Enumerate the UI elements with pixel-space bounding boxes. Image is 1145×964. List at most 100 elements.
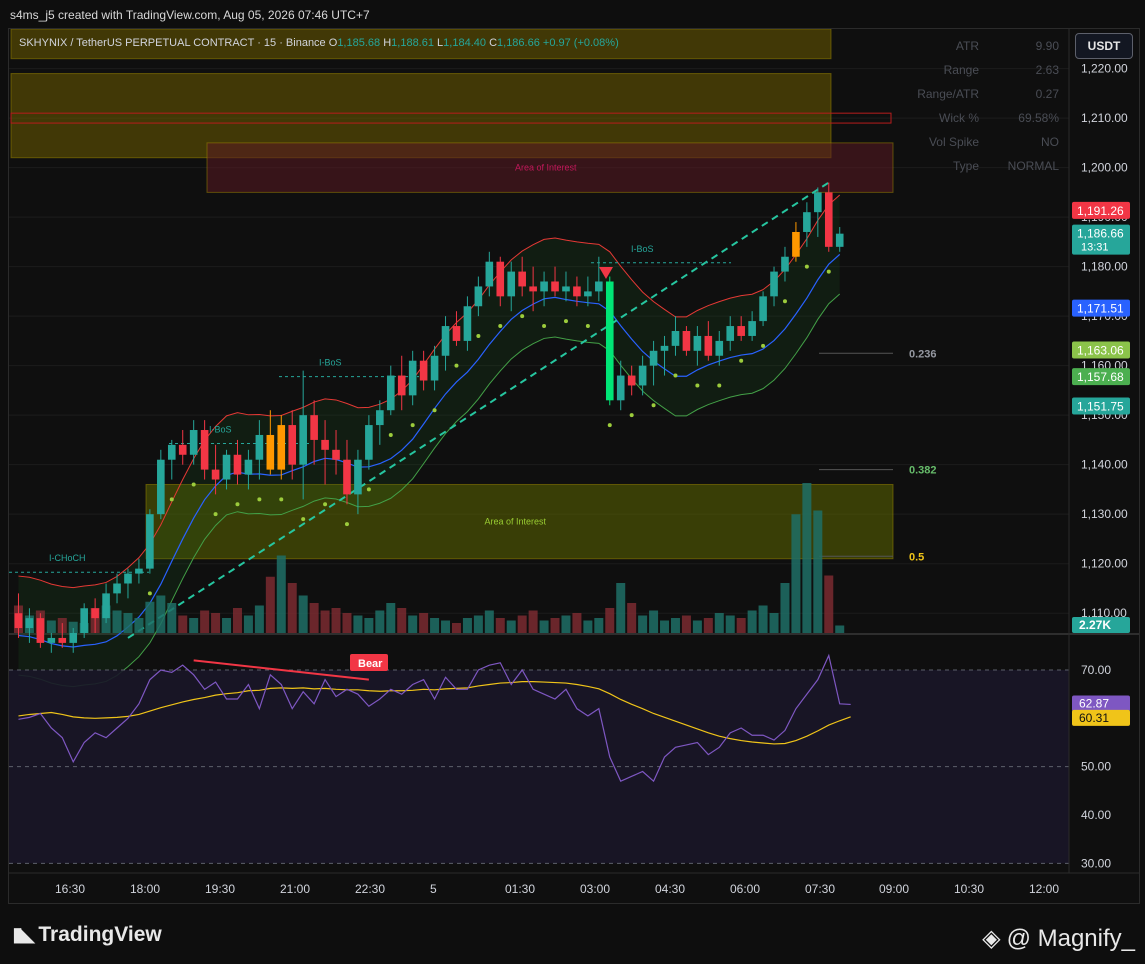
price-tick-label: 1,210.00 [1081, 111, 1128, 125]
candle-body [244, 459, 253, 475]
structure-text: I-BoS [631, 244, 654, 254]
volume-badge-text: 2.27K [1079, 618, 1111, 632]
atr-table: ATR 9.90 Range 2.63 Range/ATR 0.27 Wick % 69… [909, 39, 1059, 183]
volume-bar [123, 613, 133, 633]
volume-bar [342, 613, 352, 633]
candle-body [222, 454, 231, 480]
candle-body [397, 375, 406, 396]
candle-body [255, 434, 264, 460]
candle-body [605, 281, 614, 401]
sar-dot [169, 497, 174, 502]
close-value: 1,186.66 [497, 37, 540, 49]
candle-body [452, 326, 461, 341]
sar-dot [520, 314, 525, 319]
volume-bar [714, 613, 724, 633]
zone-label: Area of Interest [515, 163, 577, 173]
candle-body [474, 286, 483, 307]
volume-bar [320, 610, 330, 633]
volume-bar [265, 576, 275, 633]
structure-text: I-BoS [319, 358, 342, 368]
candle-body [288, 425, 297, 465]
candle-body [124, 573, 132, 584]
candle-body [803, 212, 811, 232]
candle-body [748, 321, 756, 336]
bear-label-text: Bear [358, 658, 383, 670]
volume-bar [692, 620, 702, 633]
price-badge-text: 1,151.75 [1077, 400, 1124, 414]
volume-bar [506, 620, 516, 633]
candle-body [551, 281, 559, 292]
price-badge-text: 1,186.66 [1077, 227, 1124, 241]
candle-body [58, 637, 67, 643]
structure-text: I-CHoCH [49, 553, 86, 563]
sar-dot [782, 299, 787, 304]
price-badge: 1,157.68 [1072, 368, 1130, 386]
price-badge-text: 1,157.68 [1077, 370, 1124, 384]
sar-dot [607, 423, 612, 428]
candle-body [781, 256, 789, 272]
volume-bar [331, 608, 341, 633]
volume-bar [703, 618, 713, 633]
time-tick-label: 01:30 [505, 882, 535, 896]
volume-bar [605, 608, 615, 633]
candle-body [376, 410, 384, 426]
rsi-ma-badge: 60.31 [1072, 709, 1130, 726]
price-badge: 1,186.6613:31 [1072, 224, 1130, 255]
candle-body [69, 633, 78, 643]
volume-bar [473, 615, 483, 633]
candle-body [660, 345, 669, 351]
candle-body [266, 434, 275, 470]
volume-bar [813, 510, 823, 633]
candle-body [737, 326, 745, 336]
sar-dot [629, 413, 634, 418]
sar-dot [476, 333, 481, 338]
candle-body [146, 514, 154, 569]
volume-bar [430, 618, 440, 633]
price-tick-label: 1,220.00 [1081, 62, 1128, 76]
open-value: 1,185.68 [337, 37, 381, 49]
candle [605, 276, 614, 406]
price-tick-label: 1,140.00 [1081, 458, 1128, 472]
volume-bar [572, 613, 582, 633]
sar-dot [673, 373, 678, 378]
sar-dot [257, 497, 262, 502]
range-atr-row: Range/ATR 0.27 [917, 87, 1059, 101]
sar-dot [804, 264, 809, 269]
candle [157, 449, 165, 520]
high-label: H [383, 37, 392, 49]
change-value: +0.97 (+0.08%) [542, 37, 619, 49]
volume-bar [375, 610, 385, 633]
price-badge-sub: 13:31 [1081, 242, 1109, 254]
credit-text: s4ms_j5 created with TradingView.com, Au… [10, 8, 370, 22]
volume-bar [222, 618, 232, 633]
volume-bar [408, 615, 418, 633]
tradingview-logo[interactable]: ▮◣ TradingView [12, 922, 162, 947]
structure-text: I-BoS [209, 424, 232, 434]
candle-body [91, 608, 99, 619]
volume-bar [243, 615, 253, 633]
candle-body [616, 375, 625, 401]
close-label: C [489, 37, 498, 49]
fib-label: 0.382 [909, 465, 937, 477]
volume-bar [824, 575, 834, 633]
candle-body [135, 568, 143, 574]
zone-label: Area of Interest [485, 517, 547, 527]
price-tick-label: 1,130.00 [1081, 507, 1128, 521]
sar-dot [563, 319, 568, 324]
candle-body [310, 415, 318, 440]
volume-bar [353, 615, 363, 633]
chart-frame[interactable]: Area of Interest Area of Interest 0.236 0.3… [8, 28, 1140, 904]
rsi-tick-label: 30.00 [1081, 856, 1111, 870]
currency-button[interactable]: USDT [1075, 33, 1133, 59]
volume-bar [178, 615, 188, 633]
volume-bar [550, 618, 560, 633]
diamond-logo-icon: ◈ [982, 925, 1001, 952]
sar-dot [651, 403, 656, 408]
volume-bar [167, 603, 177, 633]
sar-dot [498, 324, 503, 329]
sar-dot [279, 497, 284, 502]
candle-body [792, 231, 800, 257]
time-tick-label: 09:00 [879, 882, 909, 896]
candle-body [507, 271, 516, 297]
price-badge: 1,171.51 [1072, 299, 1130, 317]
